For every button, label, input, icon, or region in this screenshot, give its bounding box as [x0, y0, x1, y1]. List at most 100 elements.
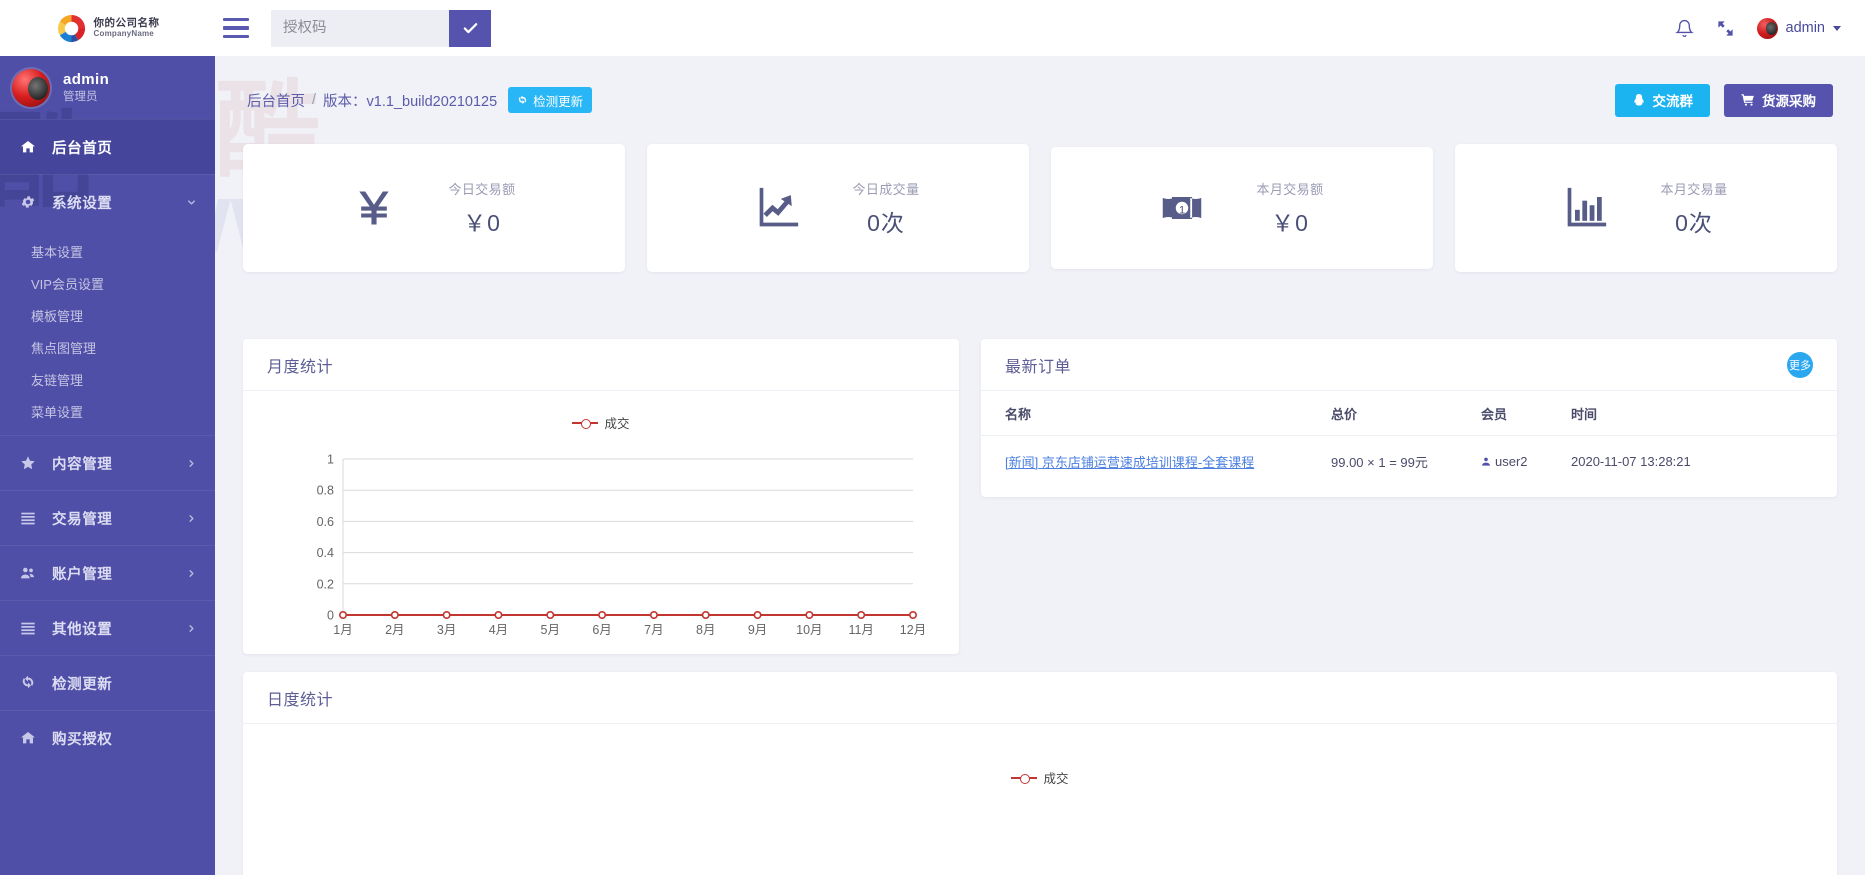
- svg-text:0.8: 0.8: [317, 484, 334, 498]
- svg-text:3月: 3月: [437, 623, 456, 637]
- sidebar-item-other-settings[interactable]: 其他设置: [0, 600, 215, 655]
- sidebar-item-label: 系统设置: [52, 195, 113, 212]
- auth-submit-button[interactable]: [449, 9, 491, 47]
- user-name-label: admin: [1785, 20, 1826, 36]
- panel-title: 最新订单: [1005, 358, 1072, 376]
- brand-logo-block[interactable]: 你的公司名称 CompanyName: [0, 0, 215, 56]
- panel-title: 日度统计: [267, 691, 334, 709]
- star-icon: [17, 455, 38, 471]
- chart-legend[interactable]: 成交: [243, 413, 959, 432]
- chevron-right-icon: [186, 458, 197, 469]
- sidebar-item-account-manage[interactable]: 账户管理: [0, 545, 215, 600]
- chevron-right-icon: [186, 568, 197, 579]
- daily-statistics-panel: 日度统计 成交: [243, 672, 1837, 875]
- monthly-statistics-panel: 月度统计 成交 0 0.2 0.4 0.6 0.8 1 1月 2月 3月 4月 5月 6月 7月 8月 9月…: [243, 339, 959, 654]
- column-header-time: 时间: [1571, 391, 1837, 436]
- sidebar-subitem-menu-settings[interactable]: 菜单设置: [0, 395, 215, 427]
- avatar: [1756, 17, 1778, 39]
- bar-chart-icon: [1564, 186, 1608, 230]
- sidebar-item-label: 内容管理: [52, 456, 113, 473]
- sidebar-subitem-label: VIP会员设置: [31, 276, 104, 292]
- hamburger-bar: [223, 34, 249, 38]
- more-orders-button[interactable]: 更多: [1787, 351, 1813, 378]
- monthly-chart-svg: 00.20.40.60.811月 2月 3月 4月 5月 6月 7月 8月 9月 10月 11月 12…: [317, 453, 927, 638]
- svg-text:0.6: 0.6: [317, 515, 334, 529]
- notification-bell-button[interactable]: [1674, 19, 1694, 38]
- order-name-link[interactable]: [新闻] 京东店铺运营速成培训课程-全套课程: [1005, 455, 1254, 470]
- user-menu-button[interactable]: admin: [1756, 17, 1841, 39]
- member-wrapper: user2: [1481, 454, 1571, 469]
- sidebar-item-label: 后台首页: [52, 140, 113, 157]
- search-input[interactable]: [271, 9, 449, 47]
- breadcrumb-home-link[interactable]: 后台首页: [247, 90, 305, 111]
- legend-label: 成交: [1043, 772, 1069, 786]
- panel-header: 月度统计: [243, 339, 959, 391]
- stat-text: 今日成交量 0次: [852, 179, 919, 238]
- panel-title: 月度统计: [267, 358, 334, 376]
- stat-card-today-amount: 今日交易额 ￥0: [243, 144, 625, 272]
- svg-text:5月: 5月: [541, 623, 560, 637]
- sidebar-subitem-friendlink-manage[interactable]: 友链管理: [0, 363, 215, 395]
- svg-text:7月: 7月: [644, 623, 663, 637]
- check-update-button[interactable]: 检测更新: [508, 87, 593, 113]
- table-row[interactable]: [新闻] 京东店铺运营速成培训课程-全套课程 99.00 × 1 = 99元 u…: [981, 436, 1837, 486]
- legend-marker-icon: [1011, 772, 1038, 784]
- sidebar-subitem-label: 模板管理: [31, 308, 84, 324]
- stat-card-month-count: 本月交易量 0次: [1455, 144, 1837, 272]
- monthly-chart-plot: 0 0.2 0.4 0.6 0.8 1 1月 2月 3月 4月 5月 6月 7月 8月 9月 10月 11月 12…: [243, 449, 959, 649]
- svg-text:1: 1: [327, 453, 334, 467]
- sidebar-item-buy-license[interactable]: 购买授权: [0, 710, 215, 765]
- panel-header: 最新订单 更多: [981, 339, 1837, 391]
- sidebar-item-label: 其他设置: [52, 621, 113, 638]
- user-icon: [1482, 457, 1490, 466]
- table-header-row: 名称 总价 会员 时间: [981, 391, 1837, 436]
- qq-group-button[interactable]: 交流群: [1614, 83, 1710, 117]
- svg-text:4月: 4月: [489, 623, 508, 637]
- sidebar-item-content-manage[interactable]: 内容管理: [0, 435, 215, 490]
- breadcrumb: 后台首页 / 版本：v1.1_build20210125: [247, 90, 497, 111]
- sidebar-user-name: admin: [63, 70, 110, 88]
- hamburger-icon[interactable]: [223, 18, 249, 38]
- order-member-cell: user2: [1481, 436, 1571, 486]
- sidebar-item-dashboard[interactable]: 后台首页: [0, 119, 215, 174]
- chart-legend[interactable]: 成交: [243, 768, 1837, 787]
- list-icon: [17, 510, 38, 526]
- stat-value: 0次: [1675, 209, 1713, 236]
- order-price-cell: 99.00 × 1 = 99元: [1331, 455, 1428, 470]
- sidebar-item-transaction-manage[interactable]: 交易管理: [0, 490, 215, 545]
- sidebar-item-check-update[interactable]: 检测更新: [0, 655, 215, 710]
- monthly-chart[interactable]: 成交 0 0.2 0.4 0.6 0.8 1 1月 2月 3月 4月 5月 6月 7月 8月 9月 10月 11…: [243, 391, 959, 653]
- banknote-icon: 1: [1160, 186, 1204, 230]
- svg-text:11月: 11月: [848, 623, 873, 637]
- purchase-button[interactable]: 货源采购: [1724, 83, 1833, 117]
- refresh-icon: [519, 94, 527, 104]
- sidebar-subitem-banner-manage[interactable]: 焦点图管理: [0, 331, 215, 363]
- daily-chart[interactable]: 成交: [243, 724, 1837, 875]
- sidebar-subitem-vip-settings[interactable]: VIP会员设置: [0, 267, 215, 299]
- sidebar-subitem-label: 基本设置: [31, 244, 84, 260]
- hamburger-bar: [223, 26, 249, 30]
- sidebar-subitem-template-manage[interactable]: 模板管理: [0, 299, 215, 331]
- svg-text:12月: 12月: [900, 623, 926, 637]
- chevron-down-icon: [186, 197, 197, 208]
- fullscreen-expand-icon: [1717, 20, 1733, 36]
- sidebar-subitem-basic-settings[interactable]: 基本设置: [0, 235, 215, 267]
- purchase-label: 货源采购: [1762, 94, 1816, 109]
- stat-text: 本月交易额 ￥0: [1256, 179, 1323, 238]
- latest-orders-panel: 最新订单 更多 名称 总价 会员 时间 [新闻] 京东店铺运营速成培训课程-全套…: [981, 339, 1837, 497]
- stat-cards-row: 今日交易额 ￥0 今日成交量 0次 1 本月交易额 ￥0 本月交易量 0次: [215, 144, 1865, 272]
- sidebar-item-system-settings[interactable]: 系统设置: [0, 174, 215, 229]
- order-member-name: user2: [1495, 454, 1528, 469]
- order-name-text: 京东店铺运营速成培训课程-全套课程: [1041, 455, 1255, 470]
- yen-symbol-icon: [352, 186, 396, 230]
- sidebar-item-label: 检测更新: [52, 676, 113, 693]
- sidebar-subitem-label: 友链管理: [31, 372, 84, 388]
- sidebar: 酷 admin 管理员 后台首页 系统设置 基本设置 VIP会员设置: [0, 56, 215, 875]
- sidebar-user-block[interactable]: admin 管理员: [0, 56, 215, 119]
- fullscreen-toggle-button[interactable]: [1716, 19, 1735, 38]
- sidebar-item-label: 账户管理: [52, 566, 113, 583]
- stat-card-today-count: 今日成交量 0次: [647, 144, 1029, 272]
- bell-icon: [1674, 19, 1694, 37]
- sidebar-subitem-label: 焦点图管理: [31, 340, 97, 356]
- qq-group-label: 交流群: [1652, 94, 1694, 109]
